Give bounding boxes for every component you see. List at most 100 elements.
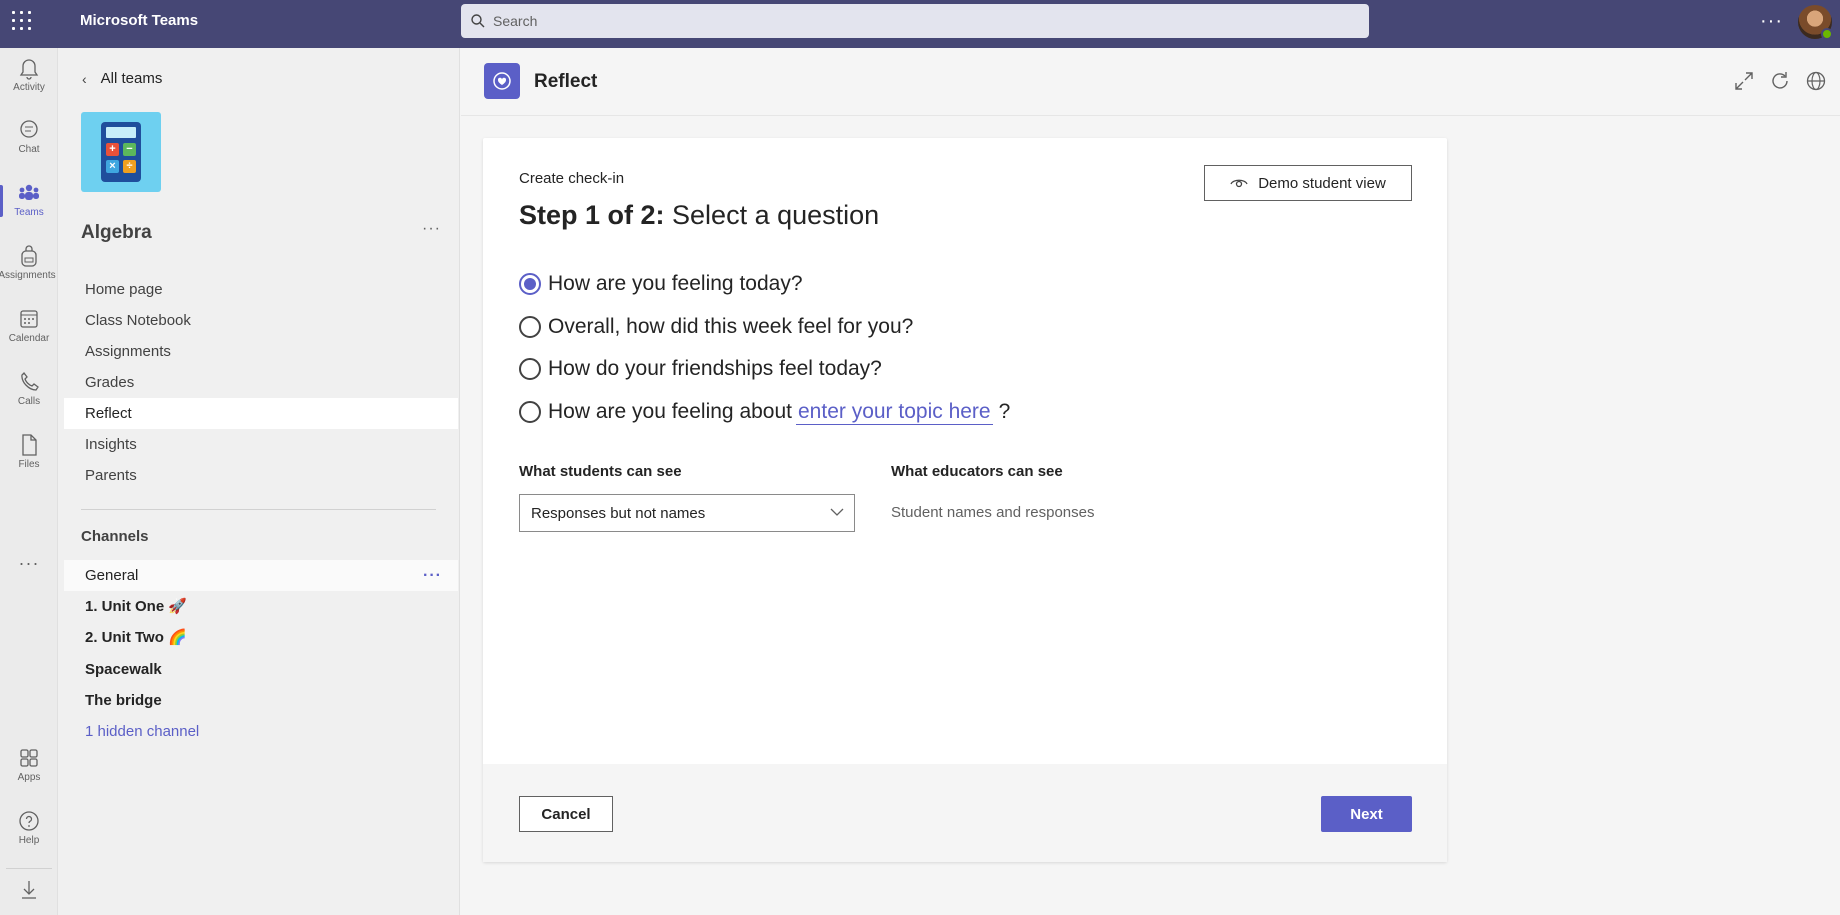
rail-item-help[interactable]: Help: [0, 801, 58, 857]
form-subtitle: Create check-in: [519, 170, 625, 187]
expand-icon[interactable]: [1733, 70, 1755, 92]
rail-item-teams[interactable]: Teams: [0, 173, 58, 229]
nav-item-reflect[interactable]: Reflect: [64, 398, 458, 429]
phone-icon: [21, 372, 39, 391]
rail-item-calls[interactable]: Calls: [0, 362, 58, 418]
channel-item-general[interactable]: General ···: [64, 560, 458, 591]
radio-button[interactable]: [519, 401, 541, 423]
question-text: How are you feeling today?: [548, 272, 803, 295]
question-option-3[interactable]: How do your friendships feel today?: [519, 354, 882, 384]
students-visibility-label: What students can see: [519, 463, 682, 480]
channel-item-the-bridge[interactable]: The bridge: [64, 685, 458, 716]
download-icon[interactable]: [18, 878, 40, 907]
reflect-app-icon: [484, 63, 520, 99]
team-avatar: + − × ÷: [81, 112, 161, 192]
hidden-channels-link[interactable]: 1 hidden channel: [64, 716, 458, 747]
search-input[interactable]: Search: [461, 4, 1369, 38]
rail-item-apps[interactable]: Apps: [0, 738, 58, 794]
channel-item-unit-one[interactable]: 1. Unit One 🚀: [64, 591, 458, 622]
step-title: Select a question: [664, 200, 880, 230]
chevron-down-icon: [830, 508, 844, 516]
title-bar: Microsoft Teams Search ···: [0, 0, 1840, 48]
question-suffix: ?: [998, 400, 1011, 423]
rail-label: Chat: [18, 144, 40, 155]
rail-label: Assignments: [0, 270, 56, 281]
refresh-icon[interactable]: [1769, 70, 1791, 92]
rail-label: Activity: [13, 82, 45, 93]
rail-label: Calls: [17, 396, 41, 407]
backpack-icon: [21, 245, 37, 267]
calculator-icon: + − × ÷: [101, 122, 141, 182]
channels-heading: Channels: [81, 528, 149, 545]
step-indicator: Step 1 of 2:: [519, 200, 665, 230]
more-apps-button[interactable]: ···: [0, 553, 58, 574]
question-text: How do your friendships feel today?: [548, 357, 882, 380]
nav-item-class-notebook[interactable]: Class Notebook: [64, 305, 458, 336]
educators-visibility-label: What educators can see: [891, 463, 1063, 480]
rail-label: Calendar: [8, 333, 50, 344]
search-icon: [471, 14, 485, 28]
bell-icon: [19, 59, 39, 80]
question-text: Overall, how did this week feel for you?: [548, 315, 914, 338]
demo-student-view-button[interactable]: Demo student view: [1204, 165, 1412, 201]
channel-label: General: [85, 567, 139, 584]
dropdown-value: Responses but not names: [531, 504, 706, 522]
settings-more-button[interactable]: ···: [1760, 10, 1783, 33]
apps-icon: [20, 749, 38, 767]
students-visibility-dropdown[interactable]: Responses but not names: [519, 494, 855, 532]
team-sidebar: ‹ All teams + − × ÷ Algebra ··· Home pag…: [58, 48, 460, 915]
globe-icon[interactable]: [1805, 70, 1827, 92]
calendar-icon: [20, 310, 38, 328]
rail-item-activity[interactable]: Activity: [0, 48, 58, 104]
rail-label: Teams: [14, 207, 44, 218]
team-more-button[interactable]: ···: [422, 220, 441, 238]
nav-item-home-page[interactable]: Home page: [64, 274, 458, 305]
radio-button[interactable]: [519, 316, 541, 338]
rail-divider: [6, 868, 52, 869]
nav-item-parents[interactable]: Parents: [64, 460, 458, 491]
page-title: Step 1 of 2: Select a question: [519, 200, 879, 231]
educators-visibility-value: Student names and responses: [891, 504, 1095, 521]
app-launcher-icon[interactable]: [8, 8, 32, 34]
nav-item-assignments[interactable]: Assignments: [64, 336, 458, 367]
all-teams-label: All teams: [100, 70, 163, 87]
form-footer: Cancel Next: [483, 764, 1447, 862]
app-header: Reflect: [461, 48, 1840, 116]
next-button[interactable]: Next: [1321, 796, 1412, 832]
chevron-left-icon: ‹: [82, 70, 87, 87]
cancel-button[interactable]: Cancel: [519, 796, 613, 832]
channel-more-button[interactable]: ···: [423, 560, 442, 591]
question-text: How are you feeling about: [548, 400, 792, 423]
rail-item-files[interactable]: Files: [0, 425, 58, 481]
help-icon: [19, 811, 39, 831]
app-name: Reflect: [534, 71, 598, 92]
all-teams-link[interactable]: ‹ All teams: [82, 70, 162, 87]
check-in-form: Create check-in Step 1 of 2: Select a qu…: [483, 138, 1447, 862]
radio-button[interactable]: [519, 358, 541, 380]
channel-item-spacewalk[interactable]: Spacewalk: [64, 654, 458, 685]
file-icon: [22, 434, 37, 456]
chat-icon: [20, 120, 38, 138]
question-option-4[interactable]: How are you feeling about enter your top…: [519, 397, 1010, 427]
rail-label: Apps: [17, 772, 41, 783]
rail-item-calendar[interactable]: Calendar: [0, 299, 58, 355]
nav-item-grades[interactable]: Grades: [64, 367, 458, 398]
app-title: Microsoft Teams: [80, 12, 199, 29]
sidebar-divider: [81, 509, 436, 510]
nav-item-insights[interactable]: Insights: [64, 429, 458, 460]
app-rail: Activity Chat Teams Assignments Calendar…: [0, 48, 58, 915]
search-placeholder: Search: [493, 13, 538, 29]
rail-item-chat[interactable]: Chat: [0, 110, 58, 166]
presence-status-icon: [1821, 28, 1833, 40]
eye-icon: [1230, 179, 1248, 188]
team-name: Algebra: [81, 222, 152, 243]
rail-label: Files: [18, 459, 40, 470]
teams-icon: [19, 184, 39, 200]
channel-item-unit-two[interactable]: 2. Unit Two 🌈: [64, 622, 458, 653]
rail-item-assignments[interactable]: Assignments: [0, 236, 58, 292]
question-option-2[interactable]: Overall, how did this week feel for you?: [519, 312, 913, 342]
radio-button[interactable]: [519, 273, 541, 295]
question-option-1[interactable]: How are you feeling today?: [519, 269, 803, 299]
topic-input[interactable]: enter your topic here: [796, 400, 993, 425]
demo-button-label: Demo student view: [1258, 174, 1386, 192]
